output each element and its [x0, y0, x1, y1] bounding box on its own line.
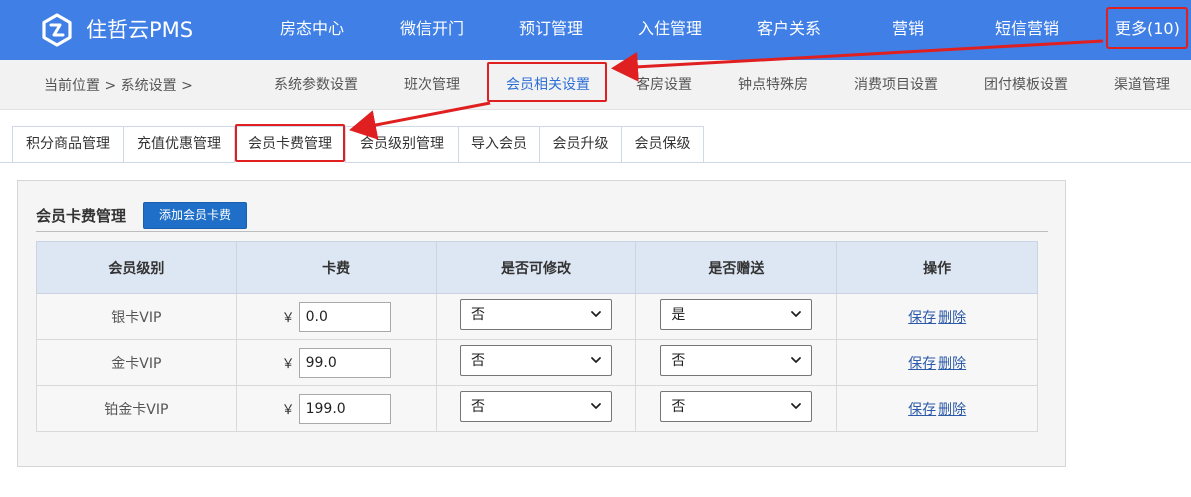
fee-input[interactable]	[298, 301, 391, 332]
gift-select-value: 否	[671, 399, 686, 415]
chevron-down-icon	[791, 311, 802, 317]
modifiable-select[interactable]: 否	[459, 299, 612, 330]
add-card-fee-button[interactable]: 添加会员卡费	[143, 202, 247, 229]
actions-cell: 保存 删除	[836, 339, 1038, 386]
column-header-fee: 卡费	[235, 241, 437, 294]
column-header-modifiable: 是否可修改	[435, 241, 637, 294]
gift-cell: 否	[635, 339, 838, 386]
table-row: 银卡VIP ￥ 否 是 保存删除	[36, 293, 1038, 340]
tab-recharge-discount[interactable]: 充值优惠管理	[123, 126, 235, 163]
nav-item-wechat-door[interactable]: 微信开门	[400, 18, 464, 40]
modifiable-select-value: 否	[470, 307, 485, 323]
nav-item-sms-marketing[interactable]: 短信营销	[995, 18, 1059, 40]
level-cell: 金卡VIP	[36, 339, 237, 386]
nav-item-customer-relations[interactable]: 客户关系	[757, 18, 821, 40]
save-link[interactable]: 保存	[908, 402, 936, 418]
gift-select-value: 否	[671, 353, 686, 369]
level-cell: 铂金卡VIP	[36, 385, 237, 432]
chevron-down-icon	[591, 357, 601, 363]
chevron-down-icon	[791, 357, 802, 363]
modifiable-select[interactable]: 否	[459, 391, 612, 422]
column-header-actions: 操作	[836, 241, 1038, 294]
subnav-item-shift[interactable]: 班次管理	[404, 76, 460, 94]
tab-points-goods[interactable]: 积分商品管理	[12, 126, 124, 163]
currency-symbol: ￥	[281, 311, 295, 326]
brand-name: 住哲云PMS	[86, 18, 194, 42]
tab-member-retention[interactable]: 会员保级	[621, 126, 704, 163]
currency-symbol: ￥	[281, 357, 295, 372]
table-row: 金卡VIP ￥ 否 否 保存删除	[36, 339, 1038, 386]
highlight-box-member-settings	[487, 62, 607, 102]
delete-link[interactable]: 删除	[938, 402, 966, 418]
gift-cell: 是	[635, 293, 838, 340]
modifiable-select[interactable]: 否	[459, 345, 612, 376]
save-link[interactable]: 保存	[908, 310, 936, 326]
modifiable-cell: 否	[435, 293, 637, 340]
table-row: 铂金卡VIP ￥ 否 否 保存删除	[36, 385, 1038, 432]
gift-select[interactable]: 否	[660, 391, 813, 422]
fee-cell: ￥	[235, 339, 437, 386]
modifiable-select-value: 否	[470, 353, 485, 369]
modifiable-cell: 否	[435, 385, 637, 432]
subnav-item-system-params[interactable]: 系统参数设置	[274, 76, 358, 94]
chevron-down-icon	[791, 403, 802, 409]
delete-link[interactable]: 删除	[938, 356, 966, 372]
gift-cell: 否	[635, 385, 838, 432]
card-fee-table: 会员级别 卡费 是否可修改 是否赠送 操作 银卡VIP ￥ 否 是 保存删除 金…	[36, 241, 1038, 432]
divider	[36, 231, 1048, 232]
gift-select[interactable]: 是	[660, 299, 813, 330]
nav-item-marketing[interactable]: 营销	[892, 18, 924, 40]
column-header-level: 会员级别	[36, 241, 237, 294]
subnav-item-consumption[interactable]: 消费项目设置	[854, 76, 938, 94]
save-link[interactable]: 保存	[908, 356, 936, 372]
highlight-box-card-fee-tab	[235, 124, 345, 162]
nav-item-room-status[interactable]: 房态中心	[280, 18, 344, 40]
table-header-row: 会员级别 卡费 是否可修改 是否赠送 操作	[36, 241, 1038, 294]
nav-item-booking[interactable]: 预订管理	[519, 18, 583, 40]
modifiable-select-value: 否	[470, 399, 485, 415]
gift-select[interactable]: 否	[660, 345, 813, 376]
highlight-box-more	[1106, 7, 1188, 49]
column-header-gift: 是否赠送	[635, 241, 838, 294]
subnav-item-room-settings[interactable]: 客房设置	[636, 76, 692, 94]
nav-item-checkin[interactable]: 入住管理	[638, 18, 702, 40]
actions-cell: 保存 删除	[836, 293, 1038, 340]
subnav-item-group-template[interactable]: 团付模板设置	[984, 76, 1068, 94]
tab-import-members[interactable]: 导入会员	[458, 126, 540, 163]
logo-icon	[42, 13, 72, 47]
subnav-item-channel[interactable]: 渠道管理	[1114, 76, 1170, 94]
fee-cell: ￥	[235, 293, 437, 340]
panel-title: 会员卡费管理	[36, 207, 127, 225]
modifiable-cell: 否	[435, 339, 637, 386]
tab-member-upgrade[interactable]: 会员升级	[539, 126, 622, 163]
gift-select-value: 是	[671, 307, 686, 323]
chevron-down-icon	[591, 311, 601, 317]
currency-symbol: ￥	[281, 403, 295, 418]
fee-input[interactable]	[298, 393, 391, 424]
breadcrumb: 当前位置 > 系统设置 >	[44, 78, 193, 94]
delete-link[interactable]: 删除	[938, 310, 966, 326]
subnav-item-hourly-room[interactable]: 钟点特殊房	[738, 76, 808, 94]
tab-member-level[interactable]: 会员级别管理	[345, 126, 459, 163]
actions-cell: 保存 删除	[836, 385, 1038, 432]
fee-cell: ￥	[235, 385, 437, 432]
fee-input[interactable]	[298, 347, 391, 378]
level-cell: 银卡VIP	[36, 293, 237, 340]
chevron-down-icon	[591, 403, 601, 409]
